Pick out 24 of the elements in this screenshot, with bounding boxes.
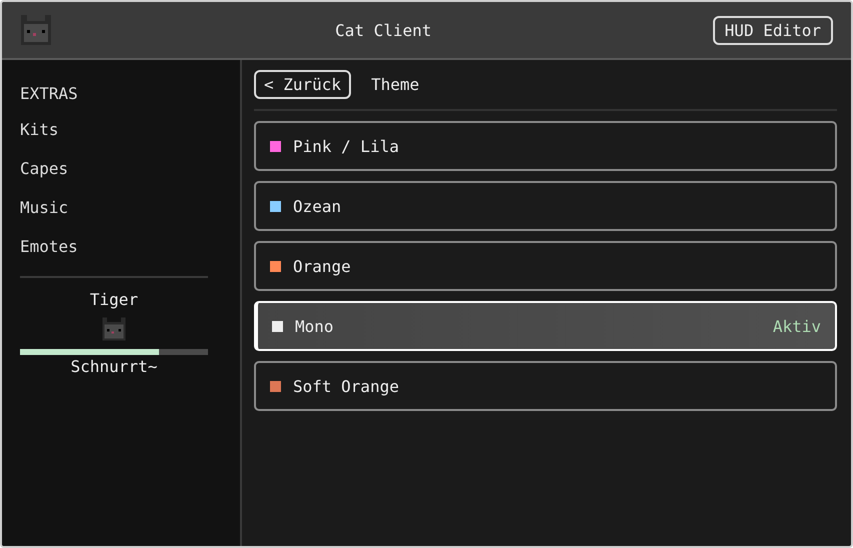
- section-heading: EXTRAS: [20, 84, 79, 103]
- sidebar-item[interactable]: Kits: [20, 120, 224, 139]
- theme-name: Pink / Lila: [293, 136, 400, 156]
- theme-option[interactable]: Orange: [254, 241, 837, 291]
- theme-name: Orange: [293, 256, 352, 276]
- hud-editor-button[interactable]: HUD Editor: [712, 16, 833, 44]
- sidebar-item[interactable]: Music: [20, 198, 224, 217]
- pet-name: Tiger: [90, 290, 138, 309]
- theme-name: Ozean: [293, 196, 342, 216]
- sidebar-item[interactable]: Emotes: [20, 237, 224, 256]
- active-label: Aktiv: [772, 316, 821, 336]
- theme-option[interactable]: Pink / Lila: [254, 121, 837, 171]
- theme-option[interactable]: Mono Aktiv: [254, 301, 837, 351]
- window-title: Cat Client: [334, 20, 432, 40]
- sidebar-item[interactable]: Capes: [20, 159, 224, 178]
- cat-icon: [100, 315, 128, 343]
- theme-option[interactable]: Soft Orange: [254, 361, 837, 411]
- pet-status: Schnurrt~: [70, 357, 158, 376]
- back-button[interactable]: < Zurück: [254, 70, 352, 99]
- theme-name: Soft Orange: [293, 376, 400, 396]
- cat-logo-icon: [18, 12, 54, 48]
- theme-option[interactable]: Ozean: [254, 181, 837, 231]
- page-title: Theme: [371, 75, 420, 94]
- theme-name: Mono: [295, 316, 335, 336]
